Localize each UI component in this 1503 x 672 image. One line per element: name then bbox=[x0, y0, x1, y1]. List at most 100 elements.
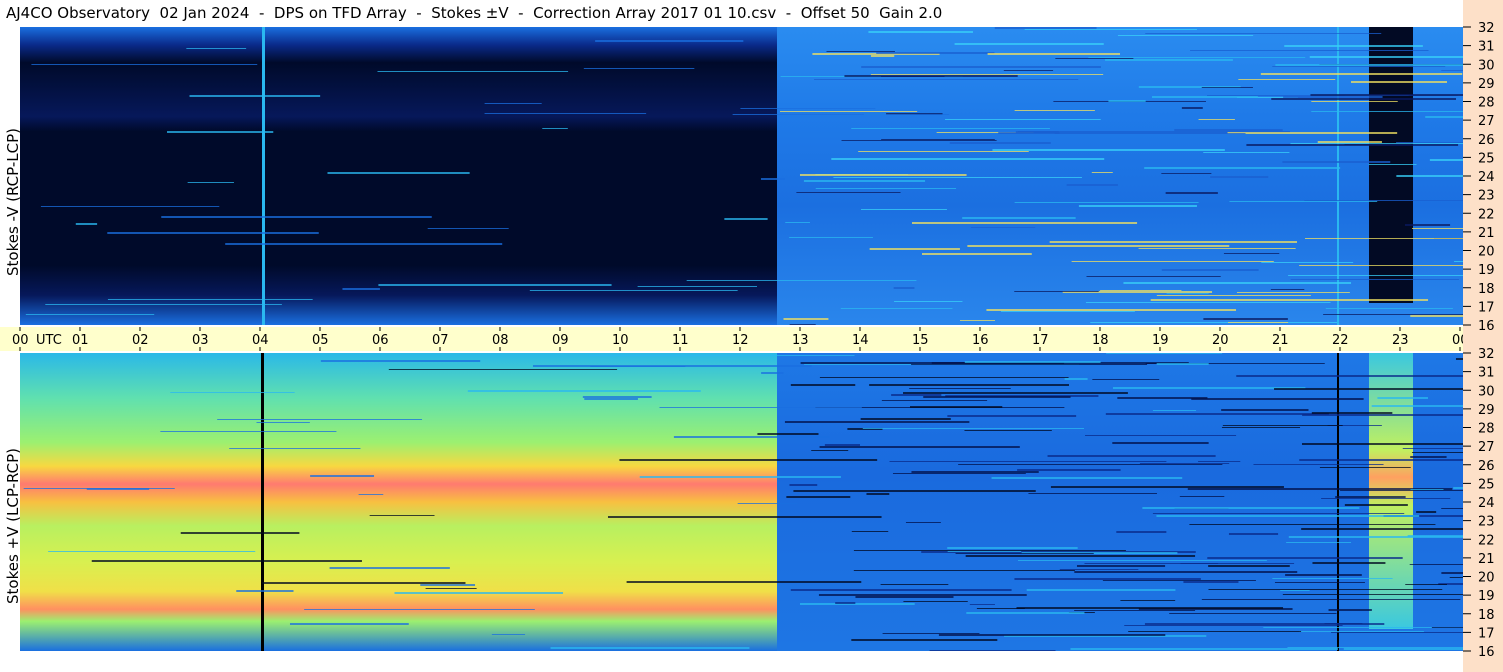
spectral-streak bbox=[761, 372, 784, 374]
spectral-streak bbox=[1236, 292, 1350, 293]
spectral-streak bbox=[853, 570, 1075, 571]
spectral-streak bbox=[1161, 173, 1212, 174]
spectral-streak bbox=[866, 493, 890, 495]
spectral-streak bbox=[1286, 542, 1352, 543]
spectral-streak bbox=[819, 377, 1069, 378]
spectral-streak bbox=[966, 612, 1085, 614]
spectral-streak bbox=[1144, 167, 1341, 169]
spectral-streak bbox=[1325, 308, 1453, 309]
spectral-streak bbox=[1298, 631, 1424, 632]
spectral-streak bbox=[1328, 609, 1372, 611]
spectral-streak bbox=[1059, 569, 1139, 570]
spectral-streak bbox=[1309, 56, 1463, 58]
spectral-streak bbox=[959, 320, 996, 321]
spectral-streak bbox=[799, 174, 967, 176]
spectral-streak bbox=[851, 128, 1050, 129]
spectral-streak bbox=[861, 209, 947, 210]
spectral-streak bbox=[1304, 238, 1463, 239]
spectral-streak bbox=[784, 421, 970, 423]
spectral-streak bbox=[923, 396, 1071, 398]
spectral-streak bbox=[48, 551, 256, 552]
spectral-streak bbox=[1183, 581, 1239, 583]
spectral-streak bbox=[491, 634, 526, 635]
spectral-streak bbox=[1139, 463, 1230, 464]
spectral-streak bbox=[310, 475, 375, 477]
spectral-streak bbox=[1344, 504, 1408, 506]
spectral-streak bbox=[1024, 29, 1197, 30]
spectral-streak bbox=[1198, 461, 1241, 462]
spectral-streak bbox=[45, 304, 282, 305]
spectral-streak bbox=[1189, 524, 1436, 525]
spectral-streak bbox=[1335, 496, 1406, 498]
spectral-streak bbox=[786, 496, 851, 498]
time-tick-label: UTC bbox=[36, 333, 62, 348]
spectral-streak bbox=[86, 488, 150, 490]
top-vertical-line-22 bbox=[1337, 27, 1339, 325]
spectral-streak bbox=[1405, 584, 1447, 585]
spectral-streak bbox=[964, 361, 1101, 363]
spectral-streak bbox=[1317, 141, 1382, 143]
spectral-streak bbox=[1117, 35, 1254, 36]
spectral-streak bbox=[1411, 452, 1463, 453]
spectral-streak bbox=[1208, 589, 1443, 590]
spectral-streak bbox=[1407, 535, 1463, 537]
spectral-streak bbox=[1014, 110, 1095, 111]
spectral-streak bbox=[994, 27, 1097, 29]
spectral-streak bbox=[1304, 200, 1463, 201]
spectral-streak bbox=[1064, 378, 1088, 380]
spectral-streak bbox=[1282, 594, 1463, 595]
spectral-streak bbox=[1198, 119, 1235, 120]
spectral-streak bbox=[967, 245, 1230, 247]
spectral-streak bbox=[529, 290, 738, 291]
spectral-streak bbox=[1201, 87, 1253, 88]
spectral-streak bbox=[256, 422, 310, 423]
spectral-streak bbox=[1404, 224, 1451, 226]
spectral-streak bbox=[75, 223, 98, 225]
spectral-streak bbox=[1066, 184, 1118, 186]
spectral-streak bbox=[785, 222, 810, 223]
spectral-streak bbox=[1221, 427, 1301, 428]
spectral-streak bbox=[1274, 388, 1463, 390]
spectral-streak bbox=[938, 634, 1166, 636]
time-tick-label: 22 bbox=[1332, 333, 1349, 348]
spectral-streak bbox=[584, 398, 638, 400]
spectral-streak bbox=[1274, 582, 1365, 583]
spectral-streak bbox=[737, 503, 798, 504]
spectral-streak bbox=[789, 237, 873, 238]
spectral-streak bbox=[955, 553, 1094, 554]
spectral-streak bbox=[1301, 528, 1463, 530]
spectral-streak bbox=[1074, 610, 1196, 611]
spectral-streak bbox=[870, 55, 895, 57]
spectral-streak bbox=[1014, 291, 1099, 292]
spectral-streak bbox=[388, 369, 618, 370]
time-tick-label: 09 bbox=[552, 333, 569, 348]
spectral-streak bbox=[1026, 589, 1176, 591]
time-tick-label: 01 bbox=[72, 333, 89, 348]
spectral-streak bbox=[420, 584, 476, 586]
spectral-streak bbox=[1429, 159, 1463, 161]
spectral-streak bbox=[1145, 33, 1382, 34]
spectral-streak bbox=[1156, 363, 1209, 365]
spectral-streak bbox=[1228, 533, 1279, 535]
time-tick-label: 21 bbox=[1272, 333, 1289, 348]
top-spectrogram-svg bbox=[20, 27, 1463, 325]
spectral-streak bbox=[1085, 435, 1237, 436]
spectral-streak bbox=[1003, 70, 1054, 71]
spectral-streak bbox=[1161, 269, 1259, 271]
spectral-streak bbox=[992, 149, 1225, 151]
spectral-streak bbox=[1085, 302, 1331, 303]
spectral-streak bbox=[851, 531, 889, 532]
spectral-streak bbox=[1151, 96, 1258, 98]
spectral-streak bbox=[740, 108, 876, 109]
spectral-streak bbox=[358, 494, 384, 495]
time-tick-label: 19 bbox=[1152, 333, 1169, 348]
bottom-vertical-line-22 bbox=[1337, 353, 1339, 651]
spectral-streak bbox=[427, 228, 509, 229]
spectral-streak bbox=[467, 390, 701, 392]
spectral-streak bbox=[796, 192, 901, 193]
spectral-streak bbox=[1416, 511, 1437, 513]
spectral-streak bbox=[1116, 531, 1167, 533]
spectral-streak bbox=[170, 392, 295, 393]
spectral-streak bbox=[1014, 578, 1201, 580]
spectral-streak bbox=[1260, 73, 1463, 75]
